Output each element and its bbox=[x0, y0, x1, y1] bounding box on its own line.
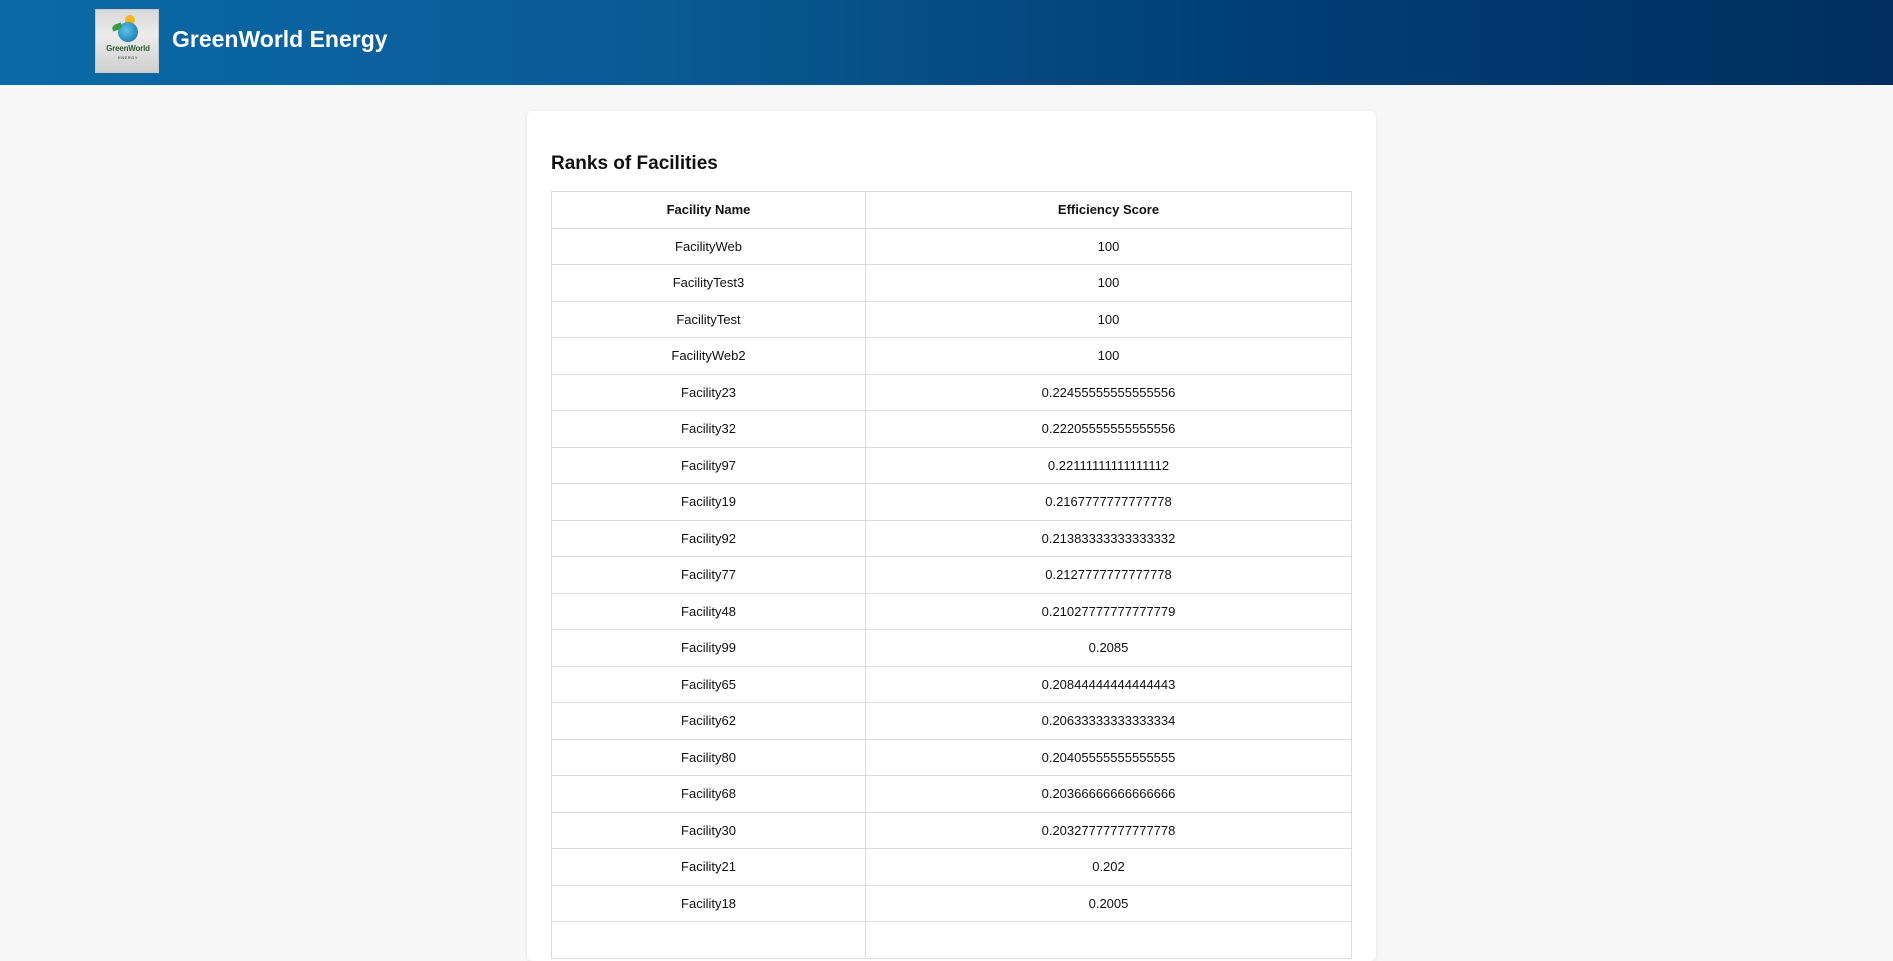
facility-name-cell bbox=[551, 921, 866, 959]
efficiency-score-cell: 100 bbox=[865, 227, 1352, 265]
table-row: Facility65 0.20844444444444443 bbox=[551, 665, 1352, 703]
facility-name-cell: FacilityWeb bbox=[551, 227, 866, 265]
efficiency-score-cell: 0.22205555555555556 bbox=[865, 410, 1352, 448]
efficiency-score-cell: 0.20405555555555555 bbox=[865, 738, 1352, 776]
facility-name-cell: Facility99 bbox=[551, 629, 866, 667]
table-row: Facility30 0.20327777777777778 bbox=[551, 811, 1352, 849]
efficiency-score-cell: 0.20327777777777778 bbox=[865, 811, 1352, 849]
table-row: Facility21 0.202 bbox=[551, 848, 1352, 886]
table-row: Facility23 0.22455555555555556 bbox=[551, 373, 1352, 411]
efficiency-score-cell: 0.2085 bbox=[865, 629, 1352, 667]
facility-name-cell: Facility32 bbox=[551, 410, 866, 448]
table-row: Facility62 0.20633333333333334 bbox=[551, 702, 1352, 740]
efficiency-score-cell: 0.202 bbox=[865, 848, 1352, 886]
facility-name-cell: Facility48 bbox=[551, 592, 866, 630]
table-row: Facility92 0.21383333333333332 bbox=[551, 519, 1352, 557]
table-row: Facility68 0.20366666666666666 bbox=[551, 775, 1352, 813]
site-title[interactable]: GreenWorld Energy bbox=[172, 26, 388, 53]
facility-name-cell: Facility97 bbox=[551, 446, 866, 484]
facility-name-cell: Facility21 bbox=[551, 848, 866, 886]
facility-name-cell: Facility68 bbox=[551, 775, 866, 813]
company-logo[interactable]: GreenWorld ENERGY bbox=[95, 9, 159, 73]
facility-name-cell: FacilityWeb2 bbox=[551, 337, 866, 375]
table-row: Facility18 0.2005 bbox=[551, 884, 1352, 922]
table-row: Facility48 0.21027777777777779 bbox=[551, 592, 1352, 630]
efficiency-score-cell: 0.20633333333333334 bbox=[865, 702, 1352, 740]
efficiency-score-cell: 0.2167777777777778 bbox=[865, 483, 1352, 521]
ranks-card: Ranks of Facilities Facility Name Effici… bbox=[527, 111, 1376, 961]
efficiency-score-cell: 0.2005 bbox=[865, 884, 1352, 922]
efficiency-score-cell: 100 bbox=[865, 300, 1352, 338]
table-row: FacilityWeb2 100 bbox=[551, 337, 1352, 375]
efficiency-score-cell: 0.20366666666666666 bbox=[865, 775, 1352, 813]
logo-brand-text: GreenWorld bbox=[106, 44, 150, 53]
facility-name-cell: Facility77 bbox=[551, 556, 866, 594]
facility-name-cell: Facility92 bbox=[551, 519, 866, 557]
table-row: Facility19 0.2167777777777778 bbox=[551, 483, 1352, 521]
efficiency-score-cell: 100 bbox=[865, 337, 1352, 375]
facility-name-cell: Facility23 bbox=[551, 373, 866, 411]
table-row: FacilityWeb 100 bbox=[551, 227, 1352, 265]
facility-name-cell: Facility80 bbox=[551, 738, 866, 776]
efficiency-score-cell: 0.21383333333333332 bbox=[865, 519, 1352, 557]
facility-name-cell: FacilityTest bbox=[551, 300, 866, 338]
facility-name-cell: Facility30 bbox=[551, 811, 866, 849]
facility-name-cell: Facility19 bbox=[551, 483, 866, 521]
facility-name-cell: Facility62 bbox=[551, 702, 866, 740]
column-header-facility-name: Facility Name bbox=[551, 191, 866, 229]
table-row: Facility80 0.20405555555555555 bbox=[551, 738, 1352, 776]
table-row bbox=[551, 921, 1352, 959]
top-header: GreenWorld ENERGY GreenWorld Energy bbox=[0, 0, 1893, 85]
efficiency-score-cell: 0.22111111111111112 bbox=[865, 446, 1352, 484]
logo-brand-subtext: ENERGY bbox=[118, 55, 138, 60]
table-row: FacilityTest3 100 bbox=[551, 264, 1352, 302]
table-row: Facility97 0.22111111111111112 bbox=[551, 446, 1352, 484]
facility-ranks-table: Facility Name Efficiency Score FacilityW… bbox=[551, 191, 1352, 959]
table-row: Facility32 0.22205555555555556 bbox=[551, 410, 1352, 448]
efficiency-score-cell: 0.20844444444444443 bbox=[865, 665, 1352, 703]
table-row: FacilityTest 100 bbox=[551, 300, 1352, 338]
column-header-efficiency-score: Efficiency Score bbox=[865, 191, 1352, 229]
page-title: Ranks of Facilities bbox=[551, 153, 718, 174]
facility-name-cell: Facility18 bbox=[551, 884, 866, 922]
table-row: Facility99 0.2085 bbox=[551, 629, 1352, 667]
facility-name-cell: Facility65 bbox=[551, 665, 866, 703]
efficiency-score-cell: 0.2127777777777778 bbox=[865, 556, 1352, 594]
table-row: Facility77 0.2127777777777778 bbox=[551, 556, 1352, 594]
efficiency-score-cell: 100 bbox=[865, 264, 1352, 302]
efficiency-score-cell: 0.21027777777777779 bbox=[865, 592, 1352, 630]
efficiency-score-cell bbox=[865, 921, 1352, 959]
efficiency-score-cell: 0.22455555555555556 bbox=[865, 373, 1352, 411]
table-header-row: Facility Name Efficiency Score bbox=[551, 191, 1352, 229]
facility-name-cell: FacilityTest3 bbox=[551, 264, 866, 302]
